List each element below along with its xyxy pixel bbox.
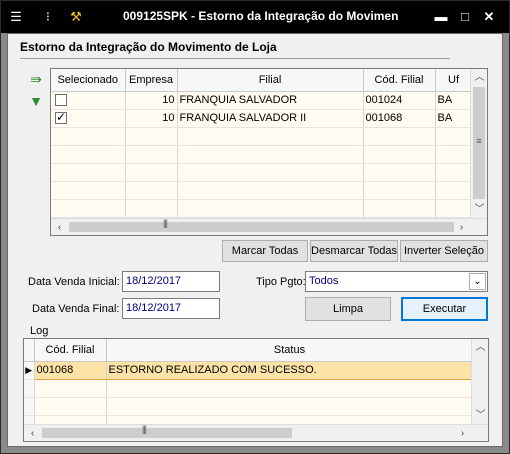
- cell-filial: FRANQUIA SALVADOR: [177, 91, 364, 110]
- branches-grid[interactable]: Selecionado Empresa Filial Cód. Filial U…: [50, 68, 488, 236]
- scroll-down-icon[interactable]: ﹀: [472, 407, 488, 424]
- data-venda-inicial-field[interactable]: 18/12/2017: [122, 271, 220, 292]
- cell-cod-filial: 001068: [363, 109, 436, 128]
- column-header-cod-filial[interactable]: Cód. Filial: [363, 69, 436, 92]
- column-header-filial[interactable]: Filial: [177, 69, 364, 92]
- cell-uf: BA: [435, 109, 473, 128]
- column-header-empresa[interactable]: Empresa: [125, 69, 178, 92]
- scroll-right-icon[interactable]: ›: [453, 219, 470, 235]
- scroll-up-icon[interactable]: ︿: [472, 339, 488, 356]
- empty-row: [24, 379, 474, 398]
- title-bar[interactable]: ☰ ⁝ ⚒ 009125SPK - Estorno da Integração …: [1, 1, 509, 33]
- log-grid[interactable]: Cód. Filial Status ▶ 001068 ESTORNO REAL…: [23, 338, 489, 442]
- vertical-scrollbar[interactable]: ︿ ≡ ﹀: [470, 69, 487, 218]
- column-header-status[interactable]: Status: [106, 339, 474, 362]
- empty-row: [51, 199, 473, 218]
- column-header-cod-filial[interactable]: Cód. Filial: [34, 339, 107, 362]
- tipo-pgto-label: Tipo Pgto:: [256, 276, 306, 288]
- row-select-checkbox[interactable]: [55, 110, 67, 125]
- table-row[interactable]: ▶ 001068 ESTORNO REALIZADO COM SUCESSO.: [24, 360, 474, 380]
- table-row[interactable]: 10 FRANQUIA SALVADOR 001024 BA: [51, 91, 473, 110]
- close-icon[interactable]: ✕: [481, 9, 497, 25]
- marcar-todas-button[interactable]: Marcar Todas: [222, 240, 308, 262]
- scroll-down-icon[interactable]: ﹀: [471, 201, 487, 218]
- cell-cod-filial: 001024: [363, 91, 436, 110]
- grip-icon: |||: [163, 218, 168, 228]
- column-header-uf[interactable]: Uf: [435, 69, 473, 92]
- page-title: Estorno da Integração do Movimento de Lo…: [20, 40, 277, 54]
- scroll-left-icon[interactable]: ‹: [24, 425, 41, 441]
- menu-icon[interactable]: ☰: [7, 8, 25, 26]
- column-header-selecionado[interactable]: Selecionado: [51, 69, 126, 92]
- desmarcar-todas-button[interactable]: Desmarcar Todas: [310, 240, 398, 262]
- horizontal-scrollbar[interactable]: ‹ ||| ›: [24, 424, 488, 441]
- empty-row: [51, 145, 473, 164]
- current-row-icon: ▶: [24, 361, 35, 380]
- empty-row: [51, 163, 473, 182]
- data-venda-final-field[interactable]: 18/12/2017: [122, 298, 220, 319]
- grip-icon: ≡: [476, 136, 482, 146]
- data-venda-inicial-label: Data Venda Inicial:: [28, 276, 120, 288]
- scroll-left-icon[interactable]: ‹: [51, 219, 68, 235]
- scroll-right-icon[interactable]: ›: [454, 425, 471, 441]
- empty-row: [51, 181, 473, 200]
- wrench-icon[interactable]: ⚒: [67, 8, 85, 26]
- branches-table: Selecionado Empresa Filial Cód. Filial U…: [51, 69, 473, 235]
- empty-row: [51, 127, 473, 146]
- cell-filial: FRANQUIA SALVADOR II: [177, 109, 364, 128]
- data-venda-final-label: Data Venda Final:: [32, 303, 120, 315]
- window-title: 009125SPK - Estorno da Integração do Mov…: [123, 9, 399, 23]
- log-label: Log: [30, 325, 49, 337]
- cell-empresa: 10: [125, 91, 178, 110]
- executar-button[interactable]: Executar: [401, 297, 488, 321]
- chevron-down-icon[interactable]: ⌄: [469, 273, 486, 290]
- tipo-pgto-select[interactable]: Todos ⌄: [305, 271, 488, 292]
- limpa-button[interactable]: Limpa: [305, 297, 391, 321]
- cell-status: ESTORNO REALIZADO COM SUCESSO.: [106, 360, 474, 380]
- scroll-thumb[interactable]: [42, 428, 292, 438]
- row-indicator-header: [24, 339, 35, 362]
- tipo-pgto-value: Todos: [309, 275, 339, 287]
- scroll-thumb[interactable]: [69, 222, 454, 232]
- empty-row: [24, 397, 474, 416]
- horizontal-scrollbar[interactable]: ‹ ||| ›: [51, 218, 487, 235]
- cell-empresa: 10: [125, 109, 178, 128]
- inverter-selecao-button[interactable]: Inverter Seleção: [400, 240, 488, 262]
- divider: [20, 58, 450, 59]
- grip-icon: |||: [142, 424, 147, 434]
- maximize-icon[interactable]: □: [457, 9, 473, 25]
- export-icon[interactable]: ⇛: [26, 70, 46, 88]
- cell-cod-filial: 001068: [34, 360, 107, 380]
- traffic-light-icon[interactable]: ⁝: [39, 8, 57, 26]
- app-window: ☰ ⁝ ⚒ 009125SPK - Estorno da Integração …: [0, 0, 510, 454]
- download-arrow-icon[interactable]: ▼: [26, 92, 46, 110]
- minimize-icon[interactable]: ▬: [433, 9, 449, 25]
- scroll-up-icon[interactable]: ︿: [471, 69, 487, 86]
- log-table: Cód. Filial Status ▶ 001068 ESTORNO REAL…: [24, 339, 474, 434]
- row-select-checkbox[interactable]: [55, 94, 67, 107]
- vertical-scrollbar[interactable]: ︿ ﹀: [471, 339, 488, 424]
- form-client-area: Estorno da Integração do Movimento de Lo…: [7, 33, 503, 447]
- cell-uf: BA: [435, 91, 473, 110]
- table-row[interactable]: 10 FRANQUIA SALVADOR II 001068 BA: [51, 109, 473, 128]
